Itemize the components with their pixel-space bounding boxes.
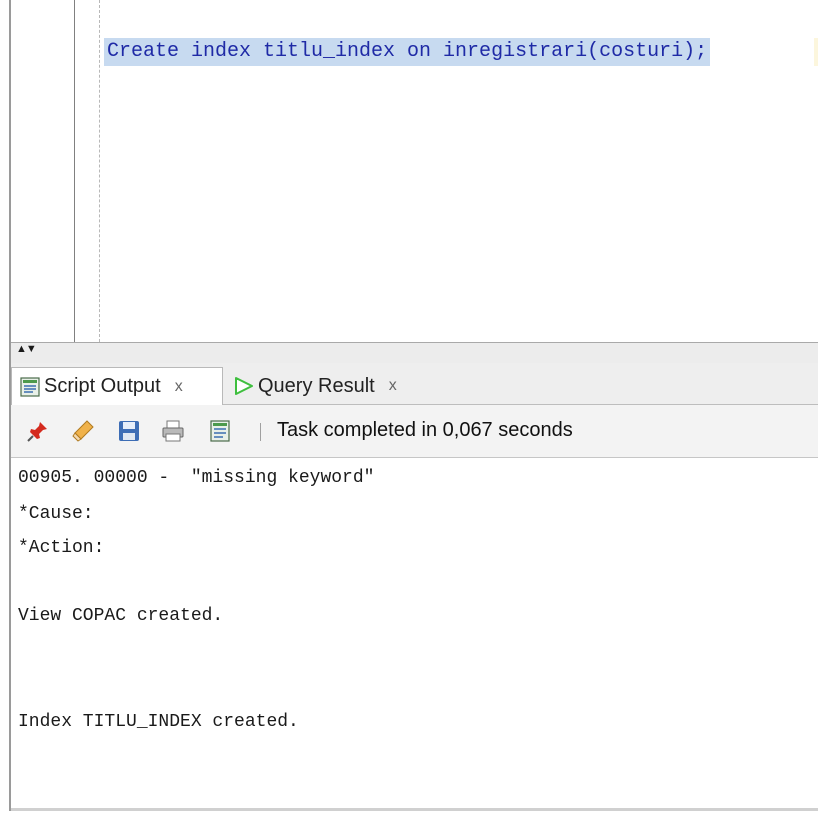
panel-splitter[interactable]: ▲▼ bbox=[11, 342, 818, 363]
query-result-icon bbox=[233, 375, 255, 397]
current-line-highlight bbox=[814, 38, 818, 66]
task-status-text: Task completed in 0,067 seconds bbox=[277, 419, 573, 441]
pin-icon[interactable] bbox=[24, 417, 52, 445]
save-icon[interactable] bbox=[115, 417, 143, 445]
toolbar-separator bbox=[260, 423, 261, 441]
code-fold-guide bbox=[99, 0, 100, 342]
tab-script-output[interactable]: Script Output x bbox=[11, 367, 223, 405]
tab-script-output-label: Script Output bbox=[44, 375, 161, 397]
output-tab-bar: Script Output x Query Result x bbox=[11, 363, 818, 405]
selected-sql-statement[interactable]: Create index titlu_index on inregistrari… bbox=[104, 38, 711, 66]
output-line: 00905. 00000 - "missing keyword" bbox=[18, 468, 375, 488]
output-line: View COPAC created. bbox=[18, 606, 224, 626]
script-output-icon bbox=[19, 376, 41, 398]
output-line: Index TITLU_INDEX created. bbox=[18, 712, 299, 732]
line-number-gutter-border bbox=[74, 0, 75, 342]
output-toolbar: Task completed in 0,067 seconds bbox=[11, 405, 818, 458]
tab-query-result-label: Query Result bbox=[258, 374, 375, 397]
output-line: *Cause: bbox=[18, 504, 94, 524]
output-line: *Action: bbox=[18, 538, 105, 558]
left-frame-border bbox=[0, 0, 11, 815]
sql-worksheet-editor[interactable]: Create index titlu_index on inregistrari… bbox=[11, 0, 818, 342]
script-output-console[interactable]: 00905. 00000 - "missing keyword" *Cause:… bbox=[11, 458, 818, 808]
print-icon[interactable] bbox=[159, 417, 187, 445]
tab-close-icon[interactable]: x bbox=[389, 377, 397, 395]
output-file-icon[interactable] bbox=[206, 417, 234, 445]
splitter-collapse-arrows-icon[interactable]: ▲▼ bbox=[16, 344, 37, 355]
eraser-icon[interactable] bbox=[69, 417, 97, 445]
tab-close-icon[interactable]: x bbox=[175, 378, 183, 396]
tab-query-result[interactable]: Query Result x bbox=[225, 367, 463, 405]
